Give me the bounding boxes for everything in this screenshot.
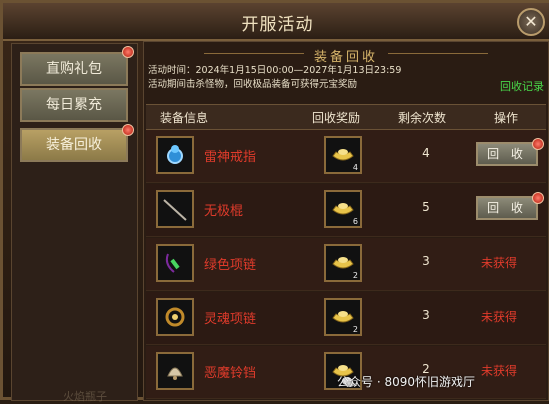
- table-row: 灵魂项链 2 3 未获得: [146, 292, 546, 345]
- item-name: 雷神戒指: [204, 150, 257, 165]
- window-title: 开服活动: [241, 15, 314, 35]
- remaining-times: 3: [422, 254, 430, 268]
- recycle-button[interactable]: 回 收: [476, 196, 538, 220]
- menu-item-label: 装备回收: [46, 137, 102, 153]
- reward-count: 6: [352, 217, 358, 226]
- header-remaining: 剩余次数: [398, 111, 447, 125]
- table-row: 无极棍 6 5 回 收: [146, 184, 546, 237]
- item-name: 绿色项链: [204, 258, 257, 273]
- menu-item-gift-pack[interactable]: 直购礼包: [20, 52, 128, 86]
- header-equipment-info: 装备信息: [160, 111, 209, 125]
- activity-menu: 直购礼包 每日累充 装备回收: [11, 43, 138, 401]
- table-header: 装备信息 回收奖励 剩余次数 操作: [146, 104, 546, 130]
- staff-icon: [163, 199, 187, 221]
- ring-icon: [167, 145, 183, 164]
- menu-item-equipment-recycle[interactable]: 装备回收: [20, 128, 128, 162]
- recycle-record-link[interactable]: 回收记录: [500, 78, 544, 94]
- remaining-times: 4: [422, 146, 430, 160]
- recycle-button[interactable]: 回 收: [476, 142, 538, 166]
- remaining-times: 3: [422, 308, 430, 322]
- menu-item-label: 每日累充: [46, 97, 102, 113]
- necklace-icon: [165, 307, 185, 327]
- reward-slot[interactable]: 2: [324, 298, 362, 336]
- not-obtained-status: 未获得: [481, 256, 518, 270]
- notification-dot-icon: [122, 124, 134, 136]
- menu-item-label: 直购礼包: [46, 61, 102, 77]
- reward-slot[interactable]: 2: [324, 244, 362, 282]
- not-obtained-status: 未获得: [481, 310, 518, 324]
- reward-slot[interactable]: 4: [324, 136, 362, 174]
- item-name: 无极棍: [204, 204, 244, 219]
- item-slot[interactable]: [156, 190, 194, 228]
- background-watermark: 火焰瓶子: [63, 390, 107, 403]
- item-slot[interactable]: [156, 136, 194, 174]
- reward-count: 4: [352, 163, 358, 172]
- close-icon[interactable]: ✕: [517, 8, 545, 36]
- notification-dot-icon: [532, 192, 544, 204]
- game-window: 开服活动 ✕ 直购礼包 每日累充 装备回收 火焰瓶子 装备回收 活动时间：202…: [0, 0, 549, 403]
- header-reward: 回收奖励: [312, 111, 361, 125]
- notification-dot-icon: [532, 138, 544, 150]
- wechat-watermark: 公众号 · 8090怀旧游戏厅: [337, 375, 475, 389]
- header-action: 操作: [494, 111, 519, 125]
- item-slot[interactable]: [156, 298, 194, 336]
- item-name: 灵魂项链: [204, 312, 257, 327]
- activity-description: 活动期间击杀怪物，回收极品装备可获得元宝奖励: [148, 79, 358, 90]
- title-bar: 开服活动 ✕: [3, 3, 549, 41]
- item-name: 恶魔铃铛: [204, 366, 257, 381]
- item-slot[interactable]: [156, 352, 194, 390]
- reward-count: 2: [352, 325, 358, 334]
- notification-dot-icon: [122, 46, 134, 58]
- table-row: 雷神戒指 4 4 回 收: [146, 130, 546, 183]
- bell-icon: [167, 367, 183, 380]
- item-slot[interactable]: [156, 244, 194, 282]
- table-row: 绿色项链 2 3 未获得: [146, 238, 546, 291]
- remaining-times: 5: [422, 200, 430, 214]
- title-decoration-right: [388, 53, 488, 54]
- menu-item-daily-recharge[interactable]: 每日累充: [20, 88, 128, 122]
- reward-slot[interactable]: 6: [324, 190, 362, 228]
- recycle-panel: 装备回收 活动时间：2024年1月15日00:00—2027年1月13日23:5…: [143, 41, 549, 401]
- necklace-icon: [165, 253, 180, 273]
- reward-count: 2: [352, 271, 358, 280]
- not-obtained-status: 未获得: [481, 364, 518, 378]
- activity-time: 活动时间：2024年1月15日00:00—2027年1月13日23:59: [148, 65, 402, 76]
